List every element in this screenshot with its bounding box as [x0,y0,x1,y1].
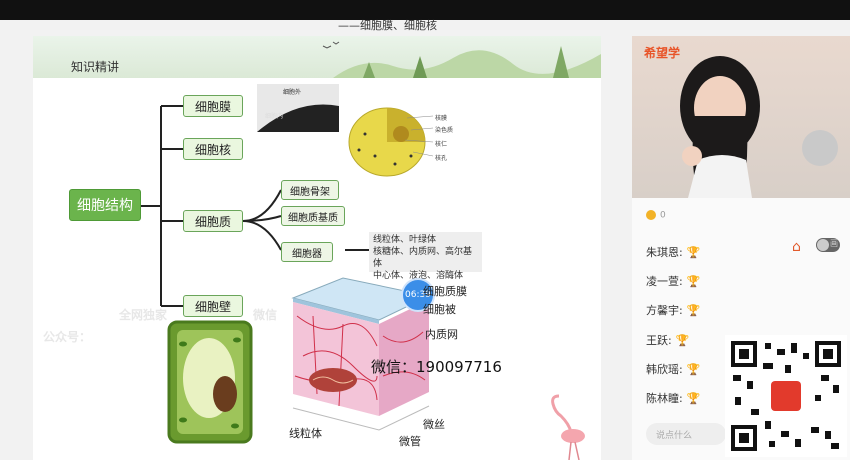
teacher-figure [680,56,838,198]
mindmap-node-organelle: 细胞器 [281,242,333,262]
user-name: 凌一萱: [646,275,683,288]
nucleus-label: 染色质 [435,127,454,134]
watermark: 公众号： [43,330,92,344]
wechat-overlay: 微信：190097716 [371,358,502,376]
coin-icon [646,210,656,220]
nucleus-label: 核孔 [435,155,448,162]
organelle-list: 线粒体、叶绿体 核糖体、内质网、高尔基体 中心体、液泡、溶酶体 [369,232,482,281]
label-microfilament: 微丝 [423,418,445,431]
nucleus-label: 核仁 [435,141,448,148]
membrane-micrograph: 细胞外 细胞内 [257,84,339,132]
user-list-item: 韩欣瑶: 🏆 [646,361,700,377]
user-list-item: 王跃: 🏆 [646,332,689,348]
flamingo-decoration [551,394,585,460]
mindmap-node-cytoplasm: 细胞质 [183,210,243,232]
mindmap-root: 细胞结构 [69,189,141,221]
watermark: 微信 [253,308,278,322]
user-list-item: 方馨宇: 🏆 [646,302,700,318]
user-name: 方馨宇: [646,304,683,317]
label-mitochondria: 线粒体 [289,427,322,440]
teacher-video: 希望学 [632,36,850,198]
mindmap-node-skeleton: 细胞骨架 [281,180,339,200]
nucleus-label: 核膜 [435,115,448,122]
user-list-item: 陈林瞳: 🏆 [646,390,700,406]
trophy-icon: 🏆 [675,334,690,347]
watermark: 全网独家 [119,308,168,322]
user-list-item: 朱琪恩: 🏆 [646,244,700,260]
user-name: 陈林瞳: [646,392,683,405]
toggle-label: 画 [830,239,838,248]
mindmap-node-wall: 细胞壁 [183,295,243,317]
qr-code-icon [725,335,847,457]
mindmap-node-membrane: 细胞膜 [183,95,243,117]
micrograph-outer-label: 细胞外 [283,88,301,96]
user-name: 韩欣瑶: [646,363,683,376]
user-list-item: 凌一萱: 🏆 [646,273,700,289]
coin-score-value: 0 [660,210,666,221]
plant-cell-illustration [167,320,253,444]
coin-score: 0 [646,210,666,221]
nucleus-illustration [348,107,434,177]
label-microtubule: 微管 [399,435,421,448]
trophy-icon: 🏆 [686,246,701,259]
user-name: 朱琪恩: [646,246,683,259]
user-name: 王跃: [646,334,672,347]
organelle-list-line: 线粒体、叶绿体 [373,235,437,245]
organelle-list-line: 核糖体、内质网、高尔基体 [373,247,473,269]
courseware-slide: 知识精讲 细胞结构 细胞膜 细胞核 细胞质 细胞壁 细胞骨架 细胞质基质 细胞器 [33,36,601,460]
trophy-icon: 🏆 [686,363,701,376]
trophy-icon: 🏆 [686,275,701,288]
mindmap-node-nucleus: 细胞核 [183,138,243,160]
trophy-icon: 🏆 [686,392,701,405]
label-er: 内质网 [425,328,458,341]
lesson-title: ——细胞膜、细胞核 [338,19,437,32]
label-cell-coat: 细胞被 [423,303,456,316]
toggle-switch[interactable]: 画 [816,238,840,252]
micrograph-inner-label: 细胞内 [265,112,283,120]
mindmap-node-matrix: 细胞质基质 [281,206,345,226]
home-icon[interactable]: ⌂ [792,239,801,255]
trophy-icon: 🏆 [686,304,701,317]
label-cell-membrane: 细胞质膜 [423,285,467,298]
chat-input[interactable]: 说点什么 [646,423,726,445]
